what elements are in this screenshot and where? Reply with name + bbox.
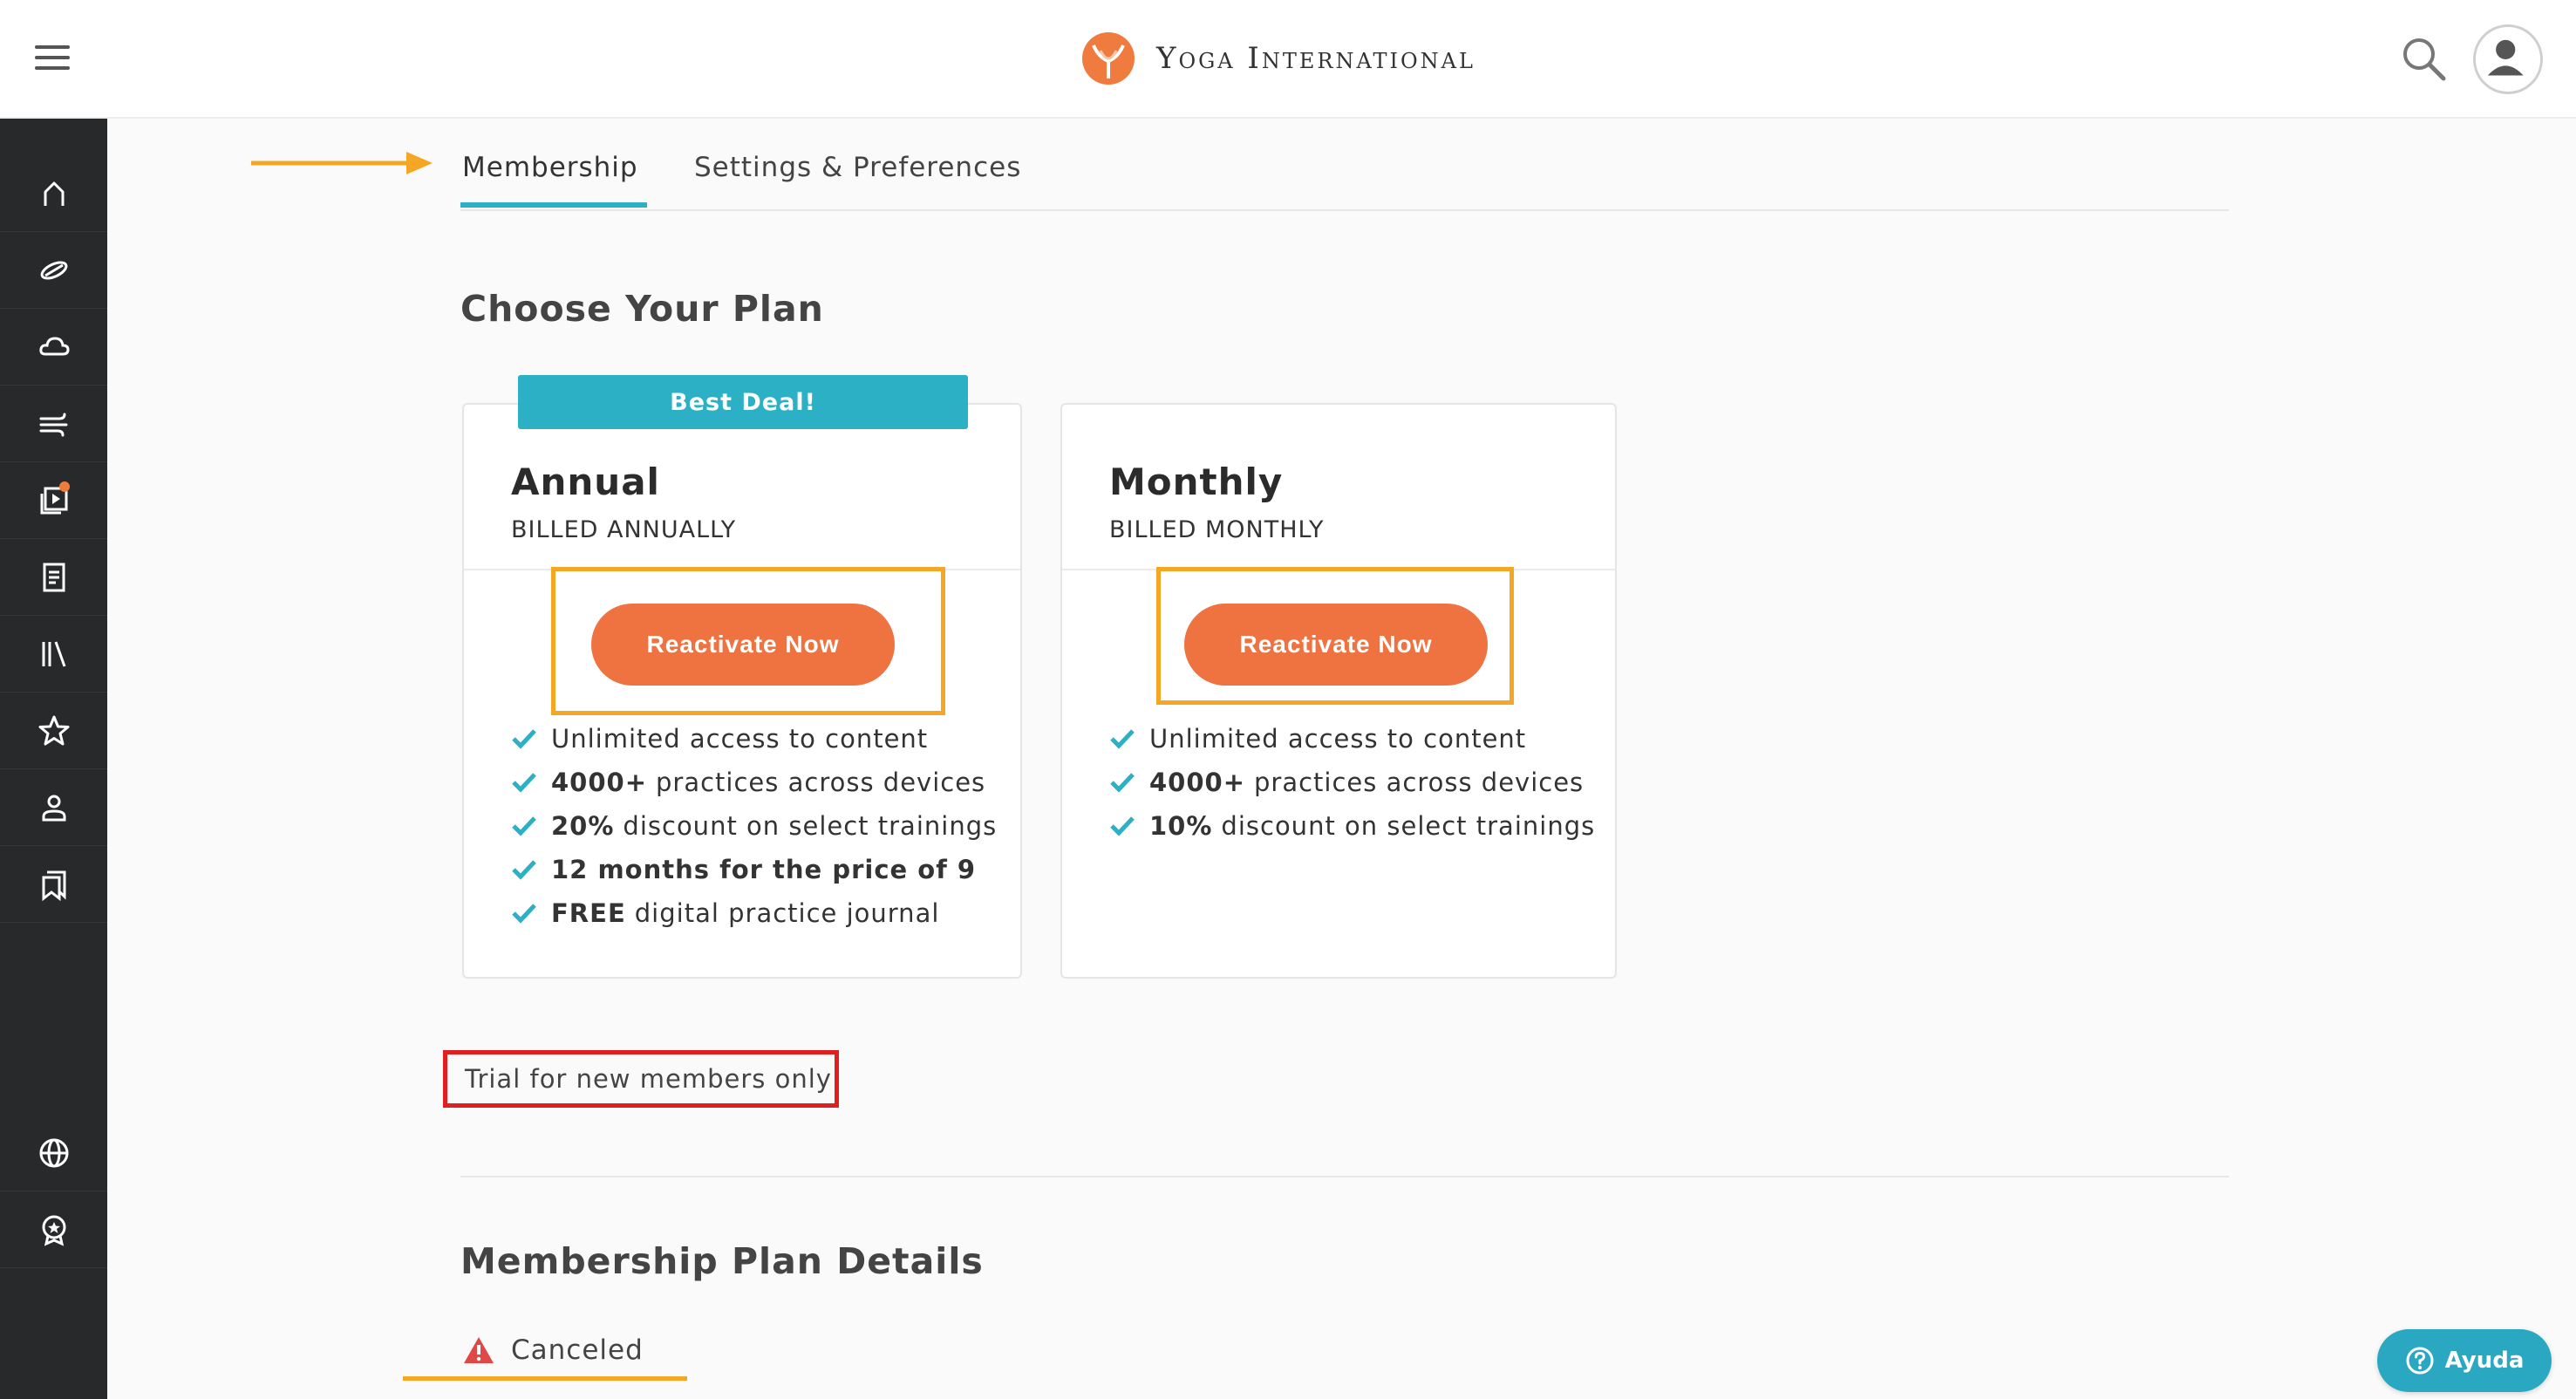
plan-card-monthly: Monthly BILLED MONTHLY Reactivate Now Un… (1060, 403, 1617, 979)
sidebar-item-articles[interactable] (0, 539, 107, 616)
tab-membership[interactable]: Membership (462, 152, 638, 183)
choose-plan-heading: Choose Your Plan (460, 288, 824, 330)
hamburger-menu-icon[interactable] (35, 45, 70, 72)
search-icon[interactable] (2398, 33, 2449, 84)
tab-settings-preferences[interactable]: Settings & Preferences (694, 152, 1021, 183)
top-bar: Yoga International (0, 0, 2576, 119)
best-deal-ribbon: Best Deal! (518, 375, 968, 429)
membership-status: Canceled (462, 1334, 644, 1366)
checkmark-icon (512, 773, 536, 793)
checkmark-icon (1110, 773, 1135, 793)
reactivate-monthly-button[interactable]: Reactivate Now (1184, 604, 1488, 686)
yoga-international-logo-icon (1082, 32, 1135, 85)
sidebar-item-achievements[interactable] (0, 1191, 107, 1268)
brand-name: Yoga International (1156, 41, 1475, 76)
plan-features-list: Unlimited access to content 4000+ practic… (1109, 717, 1595, 848)
plan-card-header: Annual BILLED ANNUALLY (464, 405, 1020, 570)
sidebar-item-videos[interactable] (0, 462, 107, 539)
help-button-label: Ayuda (2444, 1348, 2525, 1374)
breath-wind-icon (39, 413, 67, 436)
sidebar-item-favorites[interactable] (0, 693, 107, 769)
sidebar-item-breathwork[interactable] (0, 386, 107, 462)
library-icon (42, 640, 65, 667)
annotation-underline (403, 1376, 687, 1381)
star-icon (38, 715, 69, 745)
help-button[interactable]: Ayuda (2377, 1329, 2552, 1392)
feature-item: 20% discount on select trainings (511, 804, 997, 848)
checkmark-icon (512, 904, 536, 924)
feature-item: 4000+ practices across devices (1109, 761, 1595, 804)
sidebar (0, 119, 107, 1399)
active-tab-indicator (460, 202, 647, 208)
status-text: Canceled (511, 1334, 644, 1366)
cloud-icon (38, 336, 70, 355)
yoga-practice-icon (40, 261, 67, 279)
brand-logo-link[interactable]: Yoga International (1081, 28, 1475, 89)
sidebar-item-home[interactable] (0, 155, 107, 232)
sidebar-item-practice[interactable] (0, 232, 107, 309)
trial-note: Trial for new members only (443, 1050, 839, 1108)
teacher-icon (42, 795, 65, 821)
sidebar-item-meditation[interactable] (0, 309, 107, 386)
plan-name: Monthly (1109, 461, 1284, 503)
checkmark-icon (1110, 816, 1135, 836)
annotation-arrow (251, 152, 433, 174)
plan-billing: BILLED MONTHLY (1109, 516, 1325, 543)
globe-icon (39, 1138, 68, 1167)
feature-item: Unlimited access to content (511, 717, 997, 761)
feature-item: 12 months for the price of 9 (511, 848, 997, 891)
plan-name: Annual (511, 461, 660, 503)
plan-billing: BILLED ANNUALLY (511, 516, 737, 543)
warning-icon (464, 1337, 494, 1363)
user-avatar-icon[interactable] (2473, 24, 2543, 94)
notification-dot (59, 481, 70, 492)
home-icon (44, 181, 64, 206)
checkmark-icon (512, 860, 536, 880)
plan-card-annual: Annual BILLED ANNUALLY Reactivate Now Un… (462, 403, 1022, 979)
plan-features-list: Unlimited access to content 4000+ practic… (511, 717, 997, 935)
article-icon (43, 563, 65, 591)
trial-note-text: Trial for new members only (465, 1064, 832, 1094)
bookmark-icon (42, 870, 65, 901)
sidebar-item-language[interactable] (0, 1115, 107, 1191)
help-circle-icon (2406, 1347, 2434, 1375)
feature-item: 10% discount on select trainings (1109, 804, 1595, 848)
feature-item: FREE digital practice journal (511, 891, 997, 935)
sidebar-item-bookmarks[interactable] (0, 846, 107, 923)
section-divider (460, 1176, 2229, 1177)
user-silhouette-icon (2477, 29, 2533, 85)
reactivate-annual-button[interactable]: Reactivate Now (591, 604, 895, 686)
sidebar-item-teachers[interactable] (0, 769, 107, 846)
account-tabs: Membership Settings & Preferences (460, 131, 2229, 211)
plan-details-heading: Membership Plan Details (460, 1240, 984, 1282)
checkmark-icon (1110, 729, 1135, 749)
badge-icon (42, 1215, 65, 1246)
feature-item: Unlimited access to content (1109, 717, 1595, 761)
sidebar-item-library[interactable] (0, 616, 107, 693)
checkmark-icon (512, 816, 536, 836)
checkmark-icon (512, 729, 536, 749)
plan-card-header: Monthly BILLED MONTHLY (1062, 405, 1615, 570)
feature-item: 4000+ practices across devices (511, 761, 997, 804)
